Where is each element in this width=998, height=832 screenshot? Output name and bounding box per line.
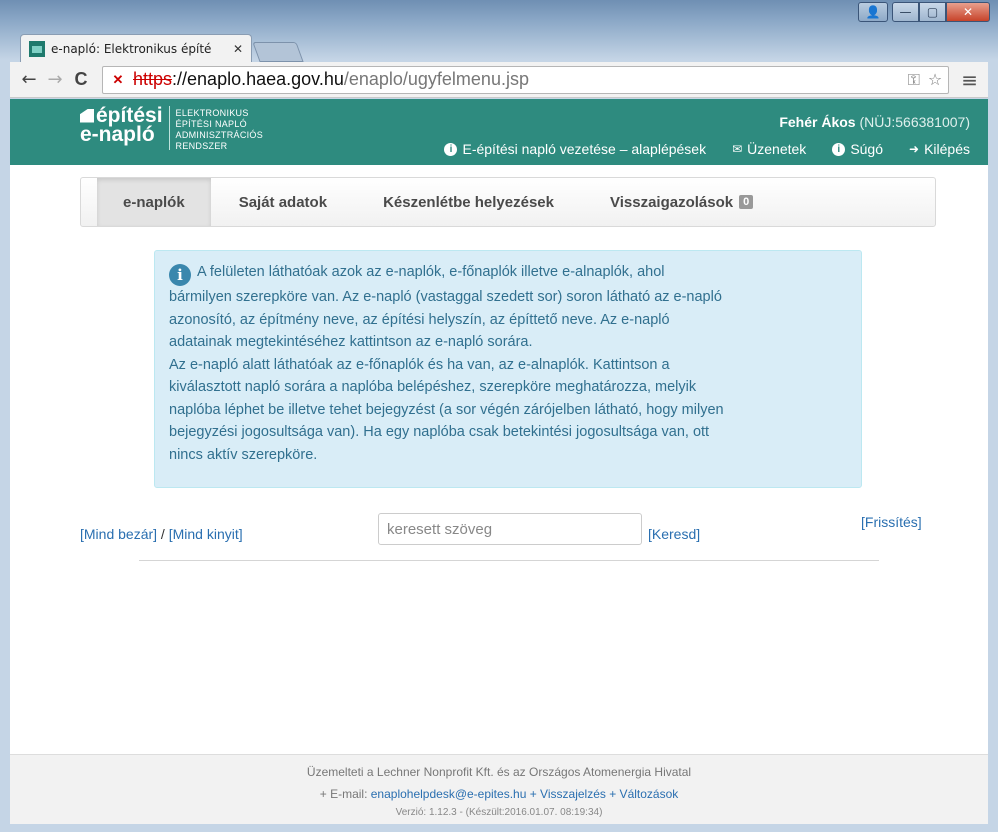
user-info: Fehér Ákos (NÜJ:566381007) bbox=[779, 114, 970, 130]
window-controls: 👤 — ▢ ✕ bbox=[858, 2, 990, 22]
info-alert: i A felületen láthatóak azok az e-naplók,… bbox=[154, 250, 862, 488]
info-text-line: Az e-napló alatt láthatóak az e-főnaplók… bbox=[169, 356, 670, 373]
feedback-link[interactable]: + Visszajelzés bbox=[530, 787, 606, 801]
tab-e-naplok[interactable]: e-naplók bbox=[97, 178, 211, 226]
footer-operator: Üzemelteti a Lechner Nonprofit Kft. és a… bbox=[306, 765, 692, 779]
expand-all-link[interactable]: [Mind kinyit] bbox=[169, 526, 243, 542]
minimize-button[interactable]: — bbox=[892, 2, 919, 22]
back-button[interactable]: ← bbox=[16, 67, 42, 93]
logo-line-2: e-napló bbox=[80, 123, 155, 146]
browser-tab[interactable]: e-napló: Elektronikus építé ✕ bbox=[20, 34, 252, 62]
messages-link-label: Üzenetek bbox=[747, 141, 807, 157]
tab-keszenletbe-helyezesek[interactable]: Készenlétbe helyezések bbox=[355, 178, 582, 226]
user-id: (NÜJ:566381007) bbox=[855, 114, 970, 130]
user-icon: 👤 bbox=[865, 5, 881, 19]
site-logo[interactable]: építési e-napló ELEKTRONIKUS ÉPÍTÉSI NAP… bbox=[80, 105, 264, 152]
maximize-button[interactable]: ▢ bbox=[919, 2, 946, 22]
address-bar[interactable]: ✕ https://enaplo.haea.gov.hu/enaplo/ugyf… bbox=[102, 65, 950, 94]
info-text-line: A felületen láthatóak azok az e-naplók, … bbox=[197, 264, 665, 280]
close-icon: ✕ bbox=[962, 5, 974, 19]
url-host: ://enaplo.haea.gov.hu bbox=[172, 69, 344, 89]
page-viewport: építési e-napló ELEKTRONIKUS ÉPÍTÉSI NAP… bbox=[10, 99, 988, 824]
tab-visszaigazolasok[interactable]: Visszaigazolások 0 bbox=[582, 178, 781, 226]
info-text-line: bármilyen szerepköre van. Az e-napló (va… bbox=[169, 289, 722, 306]
omnibox-actions: ⚿ ☆ bbox=[908, 70, 943, 90]
key-icon[interactable]: ⚿ bbox=[908, 70, 920, 90]
tab-strip: e-napló: Elektronikus építé ✕ bbox=[20, 34, 304, 62]
user-switch-button[interactable]: 👤 bbox=[858, 2, 888, 22]
guide-link[interactable]: i E-építési napló vezetése – alaplépések bbox=[444, 141, 706, 157]
close-window-button[interactable]: ✕ bbox=[946, 2, 990, 22]
reload-icon: C bbox=[74, 69, 88, 89]
search-button[interactable]: [Keresd] bbox=[648, 526, 700, 542]
hamburger-icon: ≡ bbox=[961, 67, 978, 92]
count-badge: 0 bbox=[739, 195, 754, 209]
tab-sajat-adatok[interactable]: Saját adatok bbox=[211, 178, 355, 226]
help-link-label: Súgó bbox=[850, 141, 884, 157]
bookmark-star-icon[interactable]: ☆ bbox=[928, 70, 942, 90]
refresh-link[interactable]: [Frissítés] bbox=[861, 514, 922, 530]
user-name: Fehér Ákos bbox=[779, 114, 856, 130]
forward-arrow-icon: → bbox=[47, 69, 63, 90]
email-link[interactable]: enaplohelpdesk@e-epites.hu bbox=[371, 787, 527, 801]
logo-wordmark: építési e-napló bbox=[80, 105, 163, 146]
logo-sub-1: ELEKTRONIKUS bbox=[175, 108, 249, 118]
tab-close-icon[interactable]: ✕ bbox=[233, 42, 243, 56]
logout-link-label: Kilépés bbox=[924, 141, 970, 157]
logo-divider bbox=[168, 106, 170, 150]
link-separator: / bbox=[157, 526, 169, 542]
tab-title: e-napló: Elektronikus építé bbox=[51, 41, 212, 56]
url-path: /enaplo/ugyfelmenu.jsp bbox=[343, 69, 529, 89]
search-input[interactable] bbox=[378, 513, 642, 545]
logo-sub-2: ÉPÍTÉSI NAPLÓ bbox=[175, 119, 247, 129]
info-icon: i bbox=[169, 264, 191, 287]
envelope-icon: ✉ bbox=[732, 142, 743, 156]
info-text-line: nincs aktív szerepköre. bbox=[169, 446, 318, 463]
browser-window: 👤 — ▢ ✕ e-napló: Elektronikus építé ✕ ← … bbox=[0, 0, 998, 832]
favicon-icon bbox=[29, 40, 45, 57]
site-header: építési e-napló ELEKTRONIKUS ÉPÍTÉSI NAP… bbox=[10, 99, 988, 165]
forward-button[interactable]: → bbox=[42, 67, 68, 93]
info-text-line: azonosító, az építmény neve, az építési … bbox=[169, 311, 670, 328]
minimize-icon: — bbox=[899, 5, 912, 19]
collapse-all-link[interactable]: [Mind bezár] bbox=[80, 526, 157, 542]
arrow-right-icon: ➜ bbox=[909, 142, 920, 156]
email-label: + E-mail: bbox=[319, 787, 371, 801]
logo-subtitle: ELEKTRONIKUS ÉPÍTÉSI NAPLÓ ADMINISZTRÁCI… bbox=[176, 106, 264, 152]
logout-link[interactable]: ➜ Kilépés bbox=[909, 141, 970, 157]
insecure-lock-icon: ✕ bbox=[112, 71, 124, 87]
divider bbox=[139, 560, 879, 561]
maximize-icon: ▢ bbox=[926, 5, 939, 19]
version-text: Verzió: 1.12.3 - (Készült:2016.01.07. 08… bbox=[395, 807, 603, 818]
help-link[interactable]: i Súgó bbox=[832, 141, 883, 157]
changes-link[interactable]: + Változások bbox=[609, 787, 678, 801]
page-footer: Üzemelteti a Lechner Nonprofit Kft. és a… bbox=[10, 754, 988, 824]
browser-toolbar: ← → C ✕ https://enaplo.haea.gov.hu/enapl… bbox=[10, 62, 988, 98]
logo-sub-3: ADMINISZTRÁCIÓS bbox=[175, 130, 264, 140]
browser-menu-button[interactable]: ≡ bbox=[957, 68, 982, 92]
logo-sub-4: RENDSZER bbox=[175, 141, 228, 151]
reload-button[interactable]: C bbox=[68, 67, 94, 93]
footer-links: + E-mail: enaplohelpdesk@e-epites.hu + V… bbox=[10, 787, 988, 801]
info-text-line: bejegyzési jogosultsága van). Ha egy nap… bbox=[169, 424, 710, 441]
guide-link-label: E-építési napló vezetése – alaplépések bbox=[462, 141, 707, 157]
back-arrow-icon: ← bbox=[21, 69, 37, 90]
info-text-line: naplóba léphet be illetve tehet bejegyzé… bbox=[169, 401, 724, 418]
main-tabs: e-naplók Saját adatok Készenlétbe helyez… bbox=[80, 177, 936, 227]
messages-link[interactable]: ✉ Üzenetek bbox=[732, 141, 806, 157]
new-tab-button[interactable] bbox=[252, 42, 304, 62]
info-icon: i bbox=[444, 142, 458, 156]
info-text-line: kiválasztott napló sorára a naplóba belé… bbox=[169, 379, 697, 396]
url-scheme: https bbox=[133, 69, 173, 89]
info-text-line: adatainak megtekintéséhez kattintson az … bbox=[169, 334, 533, 351]
building-icon bbox=[80, 108, 94, 123]
header-nav: i E-építési napló vezetése – alaplépések … bbox=[444, 141, 970, 157]
info-icon: i bbox=[832, 142, 846, 156]
tab-visszaigazolasok-label: Visszaigazolások bbox=[610, 193, 734, 211]
expand-collapse-links: [Mind bezár] / [Mind kinyit] bbox=[80, 526, 243, 542]
